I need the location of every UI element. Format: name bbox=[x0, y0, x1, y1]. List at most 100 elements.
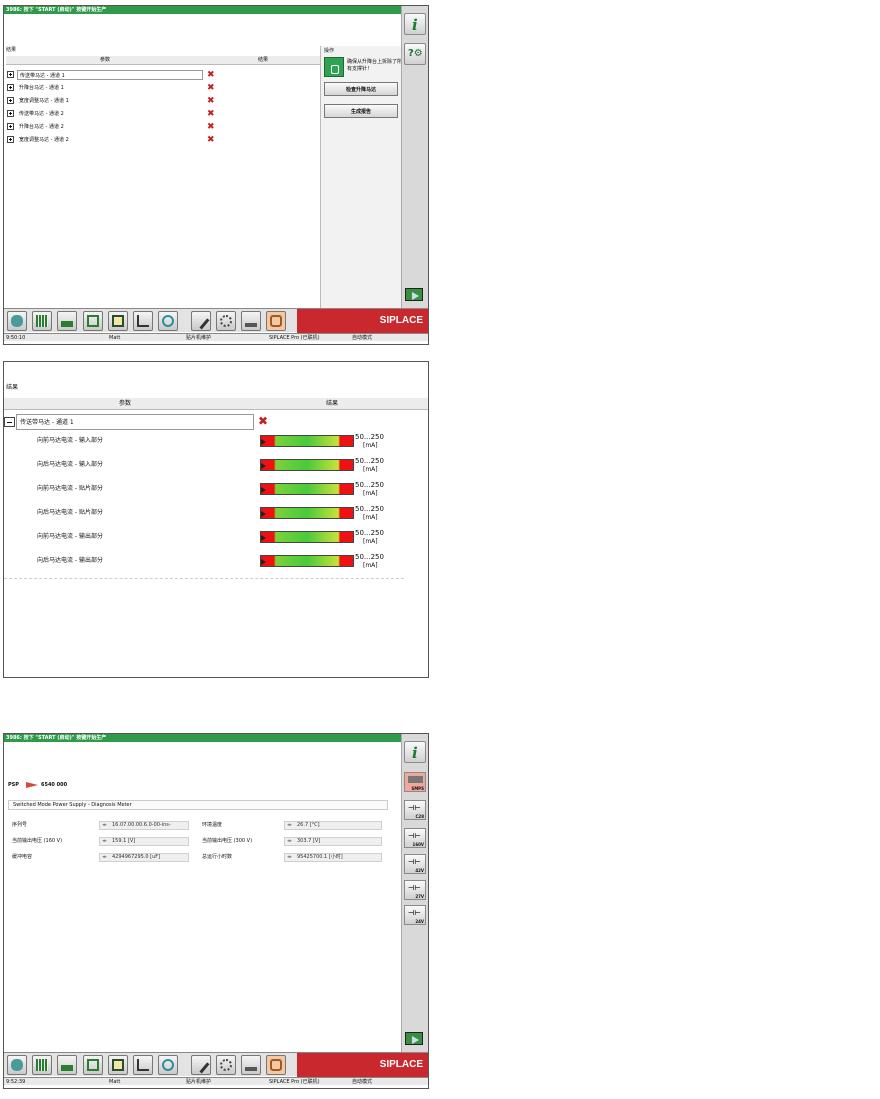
status-auto-mode: 自动模式 bbox=[352, 335, 373, 341]
c28-button[interactable]: ⊣⊢ C28 bbox=[404, 800, 426, 820]
list-item[interactable]: 传送带马达 - 通道 2 ✖ bbox=[7, 109, 215, 119]
list-item[interactable]: 宽度调整马达 - 通道 2 ✖ bbox=[7, 135, 215, 145]
expand-icon[interactable] bbox=[7, 123, 14, 130]
wrench-icon bbox=[270, 1059, 282, 1071]
42v-button[interactable]: ⊣⊢ 42V bbox=[404, 854, 426, 874]
trend-button[interactable] bbox=[133, 311, 153, 331]
camera-button[interactable] bbox=[158, 311, 178, 331]
field-label-buffer-capacitor: 缓冲电容 bbox=[12, 854, 33, 860]
list-item-expanded[interactable]: 传送带马达 - 通道 1 ✖ bbox=[4, 414, 294, 430]
breadcrumb-item[interactable]: 6540 000 bbox=[41, 782, 67, 788]
range-gauge bbox=[260, 459, 354, 471]
info-button[interactable]: i bbox=[404, 741, 426, 763]
list-item[interactable]: 宽度调整马达 - 通道 1 ✖ bbox=[7, 96, 215, 106]
main-toolbar: SIPLACE bbox=[4, 1052, 428, 1077]
settings-button[interactable] bbox=[216, 311, 236, 331]
status-user: Matt bbox=[109, 1079, 121, 1085]
field-label-output-160v: 当前输出电压 (160 V) bbox=[12, 838, 63, 844]
camera-button[interactable] bbox=[158, 1055, 178, 1075]
range-value: 50...250 bbox=[355, 457, 384, 465]
breadcrumb-root[interactable]: PSP bbox=[8, 782, 19, 788]
maintenance-button[interactable] bbox=[266, 311, 286, 331]
disk-icon bbox=[87, 1059, 99, 1071]
oil-can-icon bbox=[245, 315, 257, 327]
statistics-button[interactable] bbox=[57, 1055, 77, 1075]
status-user: Matt bbox=[109, 335, 121, 341]
160v-button[interactable]: ⊣⊢ 160V bbox=[404, 828, 426, 848]
range-value: 50...250 bbox=[355, 505, 384, 513]
exit-icon[interactable] bbox=[405, 1032, 423, 1045]
save-button[interactable] bbox=[83, 311, 103, 331]
list-item[interactable]: 传送带马达 - 通道 1 ✖ bbox=[7, 70, 215, 80]
fail-icon: ✖ bbox=[207, 122, 215, 132]
24v-label: 24V bbox=[415, 919, 424, 924]
list-item[interactable]: 升降台马达 - 通道 1 ✖ bbox=[7, 83, 215, 93]
oil-button[interactable] bbox=[241, 311, 261, 331]
gauge-marker-icon bbox=[261, 559, 266, 565]
check-lift-motor-button[interactable]: 检查升降马达 bbox=[324, 82, 398, 96]
param-column-header: 参数 bbox=[119, 400, 132, 407]
list-item: 向前马达电流 - 输出部分 50...250 [mA] bbox=[4, 529, 404, 551]
info-button[interactable]: i bbox=[404, 13, 426, 35]
fail-icon: ✖ bbox=[207, 109, 215, 119]
expand-icon[interactable] bbox=[7, 71, 14, 78]
grid-view-button[interactable] bbox=[32, 1055, 52, 1075]
field-value-buffer-capacitor: ◂▸ 4294967295.0 [uF] bbox=[99, 853, 189, 862]
title-text: 3986: 按下 "START (启动)" 按键开始生产 bbox=[6, 7, 107, 13]
list-item-label: 升降台马达 - 通道 2 bbox=[19, 124, 64, 130]
expand-icon[interactable] bbox=[7, 84, 14, 91]
collapse-icon[interactable] bbox=[4, 417, 15, 427]
info-warning-icon bbox=[324, 57, 344, 77]
value-text: 159.1 [V] bbox=[112, 838, 136, 844]
settings-button[interactable] bbox=[216, 1055, 236, 1075]
expand-icon[interactable] bbox=[7, 136, 14, 143]
range-value: 50...250 bbox=[355, 433, 384, 441]
trend-button[interactable] bbox=[133, 1055, 153, 1075]
status-bar: 9:50:10 Matt 贴片机维护 SIPLACE Pro (已联机) 自动模… bbox=[4, 333, 428, 341]
section-title: Switched Mode Power Supply - Diagnosis M… bbox=[8, 800, 388, 810]
list-item-label: 传送带马达 - 通道 1 bbox=[16, 414, 254, 430]
spin-arrows-icon: ◂▸ bbox=[102, 854, 108, 860]
fail-icon: ✖ bbox=[207, 70, 215, 80]
generate-report-button[interactable]: 生成报告 bbox=[324, 104, 398, 118]
status-mode: 贴片机维护 bbox=[186, 335, 212, 341]
list-item-label: 传送带马达 - 通道 2 bbox=[19, 111, 64, 117]
exit-icon[interactable] bbox=[405, 288, 423, 301]
save-button[interactable] bbox=[83, 1055, 103, 1075]
help-button[interactable]: ?⚙ bbox=[404, 43, 426, 65]
list-item: 向后马达电流 - 贴片部分 50...250 [mA] bbox=[4, 505, 404, 527]
grid-icon bbox=[36, 1059, 48, 1071]
right-sidebar: i SMPS ⊣⊢ C28 ⊣⊢ 160V ⊣⊢ 42V ⊣⊢ 27V ⊣⊢ 24V bbox=[401, 734, 428, 1052]
production-button[interactable] bbox=[7, 311, 27, 331]
list-item-label: 升降台马达 - 通道 1 bbox=[19, 85, 64, 91]
statistics-button[interactable] bbox=[57, 311, 77, 331]
24v-button[interactable]: ⊣⊢ 24V bbox=[404, 905, 426, 925]
range-gauge bbox=[260, 555, 354, 567]
expand-icon[interactable] bbox=[7, 97, 14, 104]
grid-view-button[interactable] bbox=[32, 311, 52, 331]
title-text: 3986: 按下 "START (启动)" 按键开始生产 bbox=[6, 735, 107, 741]
door-button[interactable] bbox=[108, 311, 128, 331]
column-header-row: 参数 结果 bbox=[4, 398, 428, 410]
spin-arrows-icon: ◂▸ bbox=[287, 854, 293, 860]
list-item: 向后马达电流 - 输出部分 50...250 [mA] bbox=[4, 553, 404, 575]
circuit-icon: ⊣⊢ bbox=[408, 832, 421, 840]
tool-button[interactable] bbox=[191, 311, 211, 331]
oil-can-icon bbox=[245, 1059, 257, 1071]
field-label-ambient-temp: 环境温度 bbox=[202, 822, 223, 828]
tool-button[interactable] bbox=[191, 1055, 211, 1075]
gauge-marker-icon bbox=[261, 463, 266, 469]
27v-button[interactable]: ⊣⊢ 27V bbox=[404, 880, 426, 900]
field-label-operating-hours: 总运行小时数 bbox=[202, 854, 233, 860]
door-button[interactable] bbox=[108, 1055, 128, 1075]
oil-button[interactable] bbox=[241, 1055, 261, 1075]
info-icon: i bbox=[412, 744, 418, 762]
info-icon: i bbox=[412, 16, 418, 34]
spin-arrows-icon: ◂▸ bbox=[102, 838, 108, 844]
range-unit: [mA] bbox=[363, 562, 378, 569]
list-item[interactable]: 升降台马达 - 通道 2 ✖ bbox=[7, 122, 215, 132]
production-button[interactable] bbox=[7, 1055, 27, 1075]
smps-button[interactable]: SMPS bbox=[404, 772, 426, 792]
expand-icon[interactable] bbox=[7, 110, 14, 117]
maintenance-button[interactable] bbox=[266, 1055, 286, 1075]
